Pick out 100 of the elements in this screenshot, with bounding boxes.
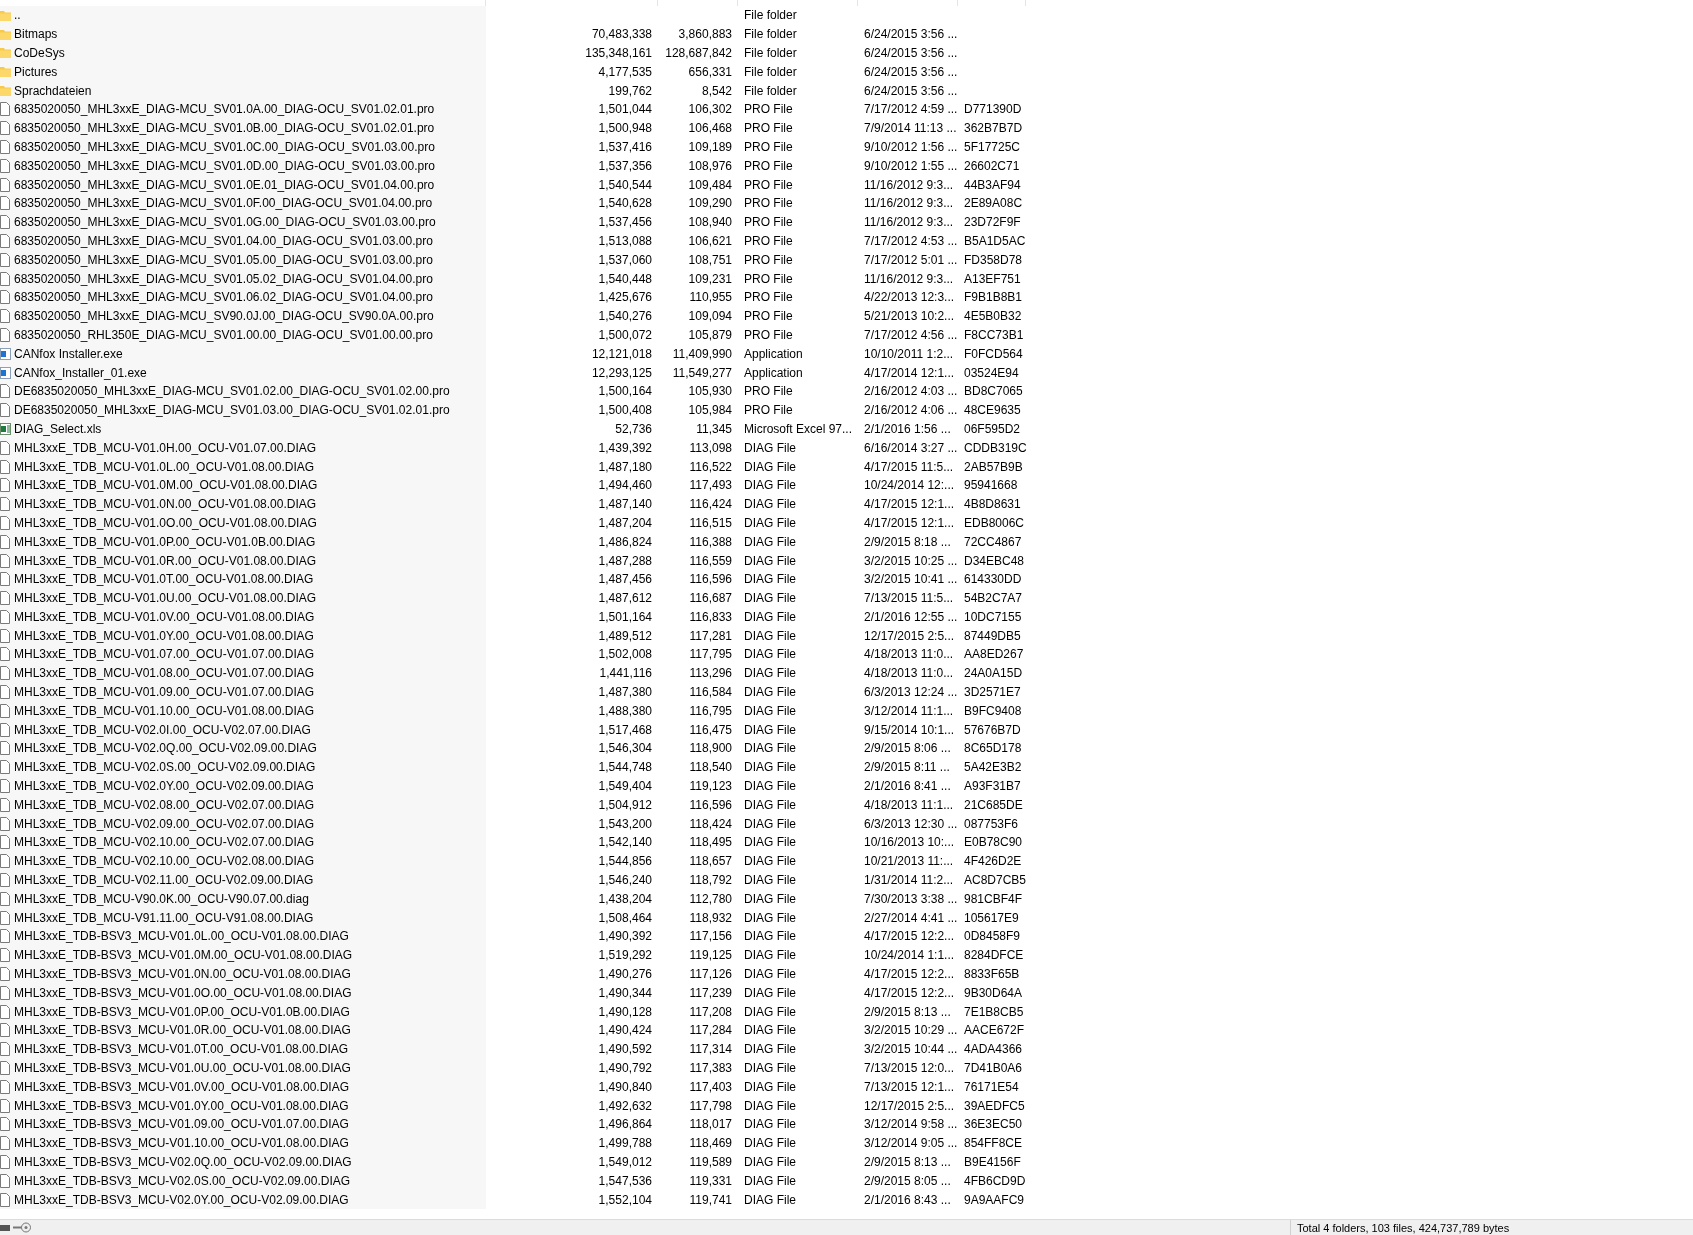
packed-size-value: 117,383 — [689, 1061, 732, 1075]
file-type: DIAG File — [744, 703, 796, 718]
size-value: 1,487,204 — [598, 515, 652, 530]
packed-size-value: 119,589 — [689, 1155, 732, 1169]
modified-date: 7/9/2014 11:13 ... — [864, 121, 957, 136]
size-value: 1,487,180 — [598, 459, 652, 474]
file-name: DIAG_Select.xls — [14, 421, 102, 436]
modified-date: 3/2/2015 10:41 ... — [864, 572, 958, 587]
file-type: File folder — [744, 83, 797, 98]
modified-date: 10/16/2013 10:... — [864, 835, 955, 850]
modified-date: 6/3/2013 12:30 ... — [864, 816, 958, 831]
file-type: DIAG File — [744, 816, 796, 831]
size-value: 1,504,912 — [598, 797, 652, 812]
file-name: Bitmaps — [14, 27, 58, 42]
file-type: PRO File — [744, 215, 793, 230]
size-value: 1,547,536 — [598, 1173, 652, 1188]
packed-size-value: 109,231 — [688, 271, 732, 286]
file-type: DIAG File — [744, 1136, 796, 1151]
size-value: 1,542,140 — [598, 835, 652, 850]
checksum-value: 57676B7D — [964, 722, 1021, 737]
checksum-value: 7D41B0A6 — [964, 1061, 1023, 1075]
packed-size-value: 656,331 — [688, 64, 732, 79]
size-value: 52,736 — [615, 421, 652, 436]
file-name: MHL3xxE_TDB-BSV3_MCU-V01.10.00_OCU-V01.08.00.DIAG — [14, 1136, 349, 1151]
modified-date: 10/24/2014 1:1... — [864, 948, 955, 963]
file-type: PRO File — [744, 309, 793, 324]
checksum-value: 4E5B0B32 — [964, 309, 1022, 324]
checksum-value: 36E3EC50 — [964, 1117, 1023, 1132]
file-name: 6835020050_MHL3xxE_DIAG-MCU_SV01.0G.00_DIAG-OCU_SV01.03.00.pro — [14, 215, 436, 230]
size-value: 70,483,338 — [591, 27, 652, 42]
folder-icon — [0, 28, 11, 40]
packed-size-value: 118,017 — [689, 1117, 732, 1132]
modified-date: 3/2/2015 10:44 ... — [864, 1042, 958, 1057]
file-name: MHL3xxE_TDB_MCU-V90.0K.00_OCU-V90.07.00.diag — [14, 891, 309, 906]
checksum-value: 54B2C7A7 — [964, 591, 1023, 606]
packed-size-value: 113,296 — [689, 666, 732, 681]
status-summary: Total 4 folders, 103 files, 424,737,789 bytes — [1296, 1221, 1510, 1234]
folder-icon — [0, 66, 11, 78]
file-name: MHL3xxE_TDB_MCU-V01.0R.00_OCU-V01.08.00.DIAG — [14, 553, 317, 568]
size-value: 1,537,060 — [598, 252, 652, 267]
modified-date: 10/10/2011 1:2... — [864, 346, 954, 361]
size-value: 1,540,448 — [598, 271, 652, 286]
file-type: PRO File — [744, 102, 793, 117]
size-value: 1,487,612 — [598, 591, 652, 606]
size-value: 1,438,204 — [598, 891, 652, 906]
size-value: 12,293,125 — [591, 365, 652, 380]
file-name: MHL3xxE_TDB-BSV3_MCU-V01.0M.00_OCU-V01.08.00.DIAG — [14, 948, 353, 963]
file-type: PRO File — [744, 196, 793, 211]
file-type: DIAG File — [744, 534, 796, 549]
file-type: DIAG File — [744, 722, 796, 737]
file-type: DIAG File — [744, 1155, 796, 1169]
file-type: DIAG File — [744, 1173, 796, 1188]
file-type: DIAG File — [744, 1061, 796, 1075]
file-name: MHL3xxE_TDB_MCU-V01.07.00_OCU-V01.07.00.DIAG — [14, 647, 315, 662]
file-type: PRO File — [744, 403, 793, 418]
checksum-value: 5A42E3B2 — [964, 760, 1022, 775]
file-name: CoDeSys — [14, 46, 65, 60]
modified-date: 4/17/2015 12:2... — [864, 985, 955, 1000]
modified-date: 4/18/2013 11:1... — [864, 797, 954, 812]
checksum-value: EDB8006C — [964, 515, 1025, 530]
checksum-value: 4FB6CD9D — [964, 1173, 1026, 1188]
size-value: 1,502,008 — [598, 647, 652, 662]
file-name: MHL3xxE_TDB_MCU-V01.08.00_OCU-V01.07.00.DIAG — [14, 666, 315, 681]
file-name: MHL3xxE_TDB_MCU-V91.11.00_OCU-V91.08.00.DIAG — [14, 910, 314, 925]
packed-size-value: 112,780 — [689, 891, 732, 906]
file-type: PRO File — [744, 139, 793, 154]
packed-size-value: 116,596 — [689, 572, 732, 587]
file-type: PRO File — [744, 252, 793, 267]
size-value: 1,501,164 — [598, 609, 652, 624]
size-value: 1,537,416 — [598, 139, 652, 154]
file-type: DIAG File — [744, 967, 796, 982]
size-value: 1,490,592 — [598, 1042, 652, 1057]
size-value: 1,540,544 — [598, 177, 652, 192]
packed-size-value: 117,493 — [689, 478, 732, 493]
packed-size-value: 119,741 — [689, 1192, 732, 1207]
packed-size-value: 3,860,883 — [678, 27, 732, 42]
checksum-value: 854FF8CE — [964, 1136, 1023, 1151]
size-value: 1,517,468 — [598, 722, 652, 737]
file-name: MHL3xxE_TDB_MCU-V01.09.00_OCU-V01.07.00.DIAG — [14, 685, 315, 700]
file-type: DIAG File — [744, 741, 796, 756]
file-name: MHL3xxE_TDB_MCU-V02.08.00_OCU-V02.07.00.DIAG — [14, 797, 315, 812]
file-name: .. — [14, 8, 21, 23]
file-type: PRO File — [744, 290, 793, 305]
size-value: 1,543,200 — [598, 816, 652, 831]
file-type: DIAG File — [744, 873, 796, 888]
modified-date: 2/27/2014 4:41 ... — [864, 910, 958, 925]
modified-date: 7/17/2012 4:53 ... — [864, 233, 958, 248]
file-type: DIAG File — [744, 1117, 796, 1132]
packed-size-value: 117,281 — [689, 628, 732, 643]
packed-size-value: 116,424 — [689, 497, 732, 512]
file-name: MHL3xxE_TDB-BSV3_MCU-V01.0R.00_OCU-V01.08.00.DIAG — [14, 1023, 351, 1038]
size-value: 1,487,380 — [598, 685, 652, 700]
modified-date: 6/3/2013 12:24 ... — [864, 685, 958, 700]
checksum-value: 981CBF4F — [964, 891, 1023, 906]
file-name: MHL3xxE_TDB-BSV3_MCU-V01.0N.00_OCU-V01.08.00.DIAG — [14, 967, 351, 982]
size-value: 1,544,856 — [598, 854, 652, 869]
size-value: 199,762 — [608, 83, 652, 98]
modified-date: 11/16/2012 9:3... — [864, 271, 954, 286]
modified-date: 7/13/2015 12:0... — [864, 1061, 955, 1075]
size-value: 1,537,356 — [598, 158, 652, 173]
